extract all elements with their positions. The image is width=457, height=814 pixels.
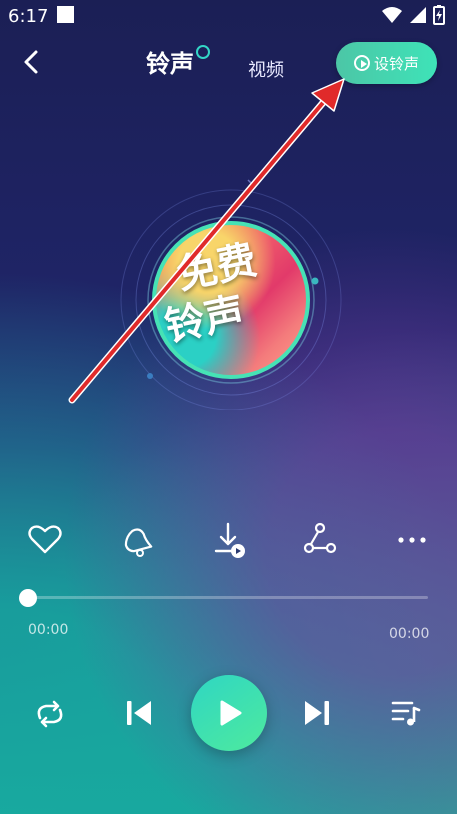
previous-icon[interactable] bbox=[124, 698, 154, 728]
more-icon[interactable] bbox=[392, 520, 432, 560]
disc-area: 免费 铃声 bbox=[110, 170, 350, 410]
play-icon bbox=[220, 700, 242, 726]
progress-track[interactable] bbox=[28, 596, 428, 599]
wifi-icon bbox=[382, 7, 402, 23]
tab-ringtone[interactable]: 铃声 bbox=[146, 44, 194, 79]
album-cover[interactable]: 免费 铃声 bbox=[152, 221, 310, 379]
actions-row bbox=[0, 520, 457, 564]
tab-active-dot-icon bbox=[196, 45, 210, 59]
set-ringtone-button[interactable]: 设铃声 bbox=[336, 42, 437, 84]
back-icon[interactable] bbox=[18, 48, 46, 76]
tab-video[interactable]: 视频 bbox=[248, 56, 284, 82]
playlist-icon[interactable] bbox=[390, 698, 422, 728]
heart-icon[interactable] bbox=[25, 520, 65, 560]
cover-text-line2: 铃声 bbox=[160, 289, 249, 351]
repeat-icon[interactable] bbox=[32, 698, 68, 730]
battery-icon bbox=[433, 5, 445, 25]
play-circle-icon bbox=[353, 55, 370, 71]
header: 铃声 视频 设铃声 bbox=[0, 32, 457, 92]
share-icon[interactable] bbox=[300, 520, 340, 560]
bell-icon[interactable] bbox=[117, 520, 157, 560]
download-icon[interactable] bbox=[210, 520, 250, 560]
set-ringtone-label: 设铃声 bbox=[373, 54, 419, 73]
next-icon[interactable] bbox=[302, 698, 332, 728]
time-current: 00:00 bbox=[28, 622, 69, 638]
status-time: 6:17 bbox=[8, 6, 49, 27]
progress-thumb[interactable] bbox=[19, 589, 37, 607]
status-icons bbox=[381, 5, 445, 25]
progress-bar[interactable] bbox=[19, 589, 428, 607]
notification-icon bbox=[57, 6, 74, 23]
playback-controls bbox=[0, 670, 457, 760]
signal-icon bbox=[410, 7, 426, 23]
play-button[interactable] bbox=[191, 675, 267, 751]
time-total: 00:00 bbox=[389, 626, 430, 642]
status-bar: 6:17 bbox=[0, 0, 457, 32]
